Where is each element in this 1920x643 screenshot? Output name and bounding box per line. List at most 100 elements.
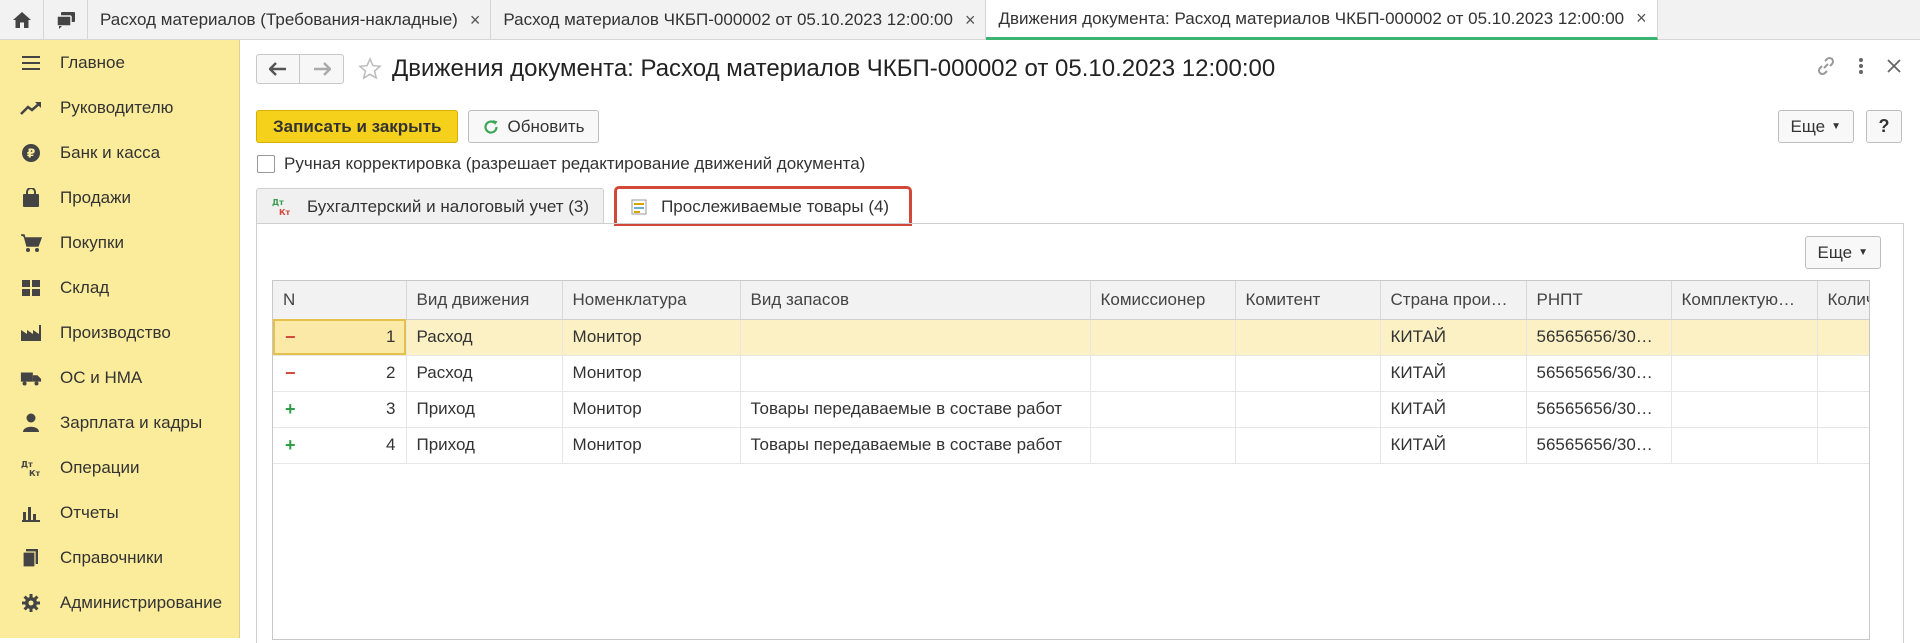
table-row[interactable]: −2 Расход Монитор КИТАЙ 56565656/300… xyxy=(273,355,1869,392)
open-tab-document[interactable]: Расход материалов ЧКБП-000002 от 05.10.2… xyxy=(491,0,987,40)
row-number-cell[interactable]: +4 xyxy=(273,427,407,464)
cell-qty[interactable] xyxy=(1817,319,1869,356)
home-button[interactable] xyxy=(0,0,44,40)
sidebar-item-warehouse[interactable]: Склад xyxy=(0,265,239,310)
cell-rnpt[interactable]: 56565656/300… xyxy=(1526,391,1672,428)
panel-more-button[interactable]: Еще ▼ xyxy=(1804,236,1881,269)
close-icon[interactable]: × xyxy=(1636,8,1647,29)
cell-rnpt[interactable]: 56565656/300… xyxy=(1526,319,1672,356)
cell-committent[interactable] xyxy=(1235,319,1381,356)
sidebar-item-manager[interactable]: Руководителю xyxy=(0,85,239,130)
svg-text:Кт: Кт xyxy=(279,208,291,217)
back-button[interactable] xyxy=(256,54,300,84)
cell-qty[interactable] xyxy=(1817,427,1869,464)
cell-country[interactable]: КИТАЙ xyxy=(1380,319,1527,356)
row-number-cell[interactable]: +3 xyxy=(273,391,407,428)
cell-item[interactable]: Монитор xyxy=(562,319,741,356)
cell-commissioner[interactable] xyxy=(1090,427,1236,464)
cell-committent[interactable] xyxy=(1235,391,1381,428)
manual-adjust-checkbox[interactable] xyxy=(257,155,275,173)
sidebar-item-bank[interactable]: ₽ Банк и касса xyxy=(0,130,239,175)
tab-accounting[interactable]: Дт Кт Бухгалтерский и налоговый учет (3) xyxy=(256,188,605,224)
cell-qty[interactable] xyxy=(1817,355,1869,392)
cell-commissioner[interactable] xyxy=(1090,355,1236,392)
sidebar-item-sales[interactable]: Продажи xyxy=(0,175,239,220)
sidebar-item-reports[interactable]: Отчеты xyxy=(0,490,239,535)
cell-stock-type[interactable]: Товары передаваемые в составе работ xyxy=(740,427,1091,464)
sidebar-item-admin[interactable]: Администрирование xyxy=(0,580,239,625)
sidebar-item-label: Главное xyxy=(60,52,125,72)
cell-commissioner[interactable] xyxy=(1090,391,1236,428)
cell-item[interactable]: Монитор xyxy=(562,427,741,464)
help-button[interactable]: ? xyxy=(1866,110,1902,143)
column-header[interactable]: Номенклатура xyxy=(562,281,741,320)
column-header[interactable]: Комиссионер xyxy=(1090,281,1236,320)
row-number-cell[interactable]: −2 xyxy=(273,355,407,392)
cell-rnpt[interactable]: 56565656/300… xyxy=(1526,427,1672,464)
more-button[interactable]: Еще ▼ xyxy=(1777,110,1854,143)
cell-component[interactable] xyxy=(1671,427,1818,464)
tab-traceable-goods[interactable]: Прослеживаемые товары (4) xyxy=(614,186,913,226)
table-row[interactable]: +3 Приход Монитор Товары передаваемые в … xyxy=(273,391,1869,428)
close-icon[interactable]: × xyxy=(470,10,481,31)
forward-button[interactable] xyxy=(300,54,344,84)
manual-adjust-label[interactable]: Ручная корректировка (разрешает редактир… xyxy=(284,154,865,174)
cell-movement[interactable]: Расход xyxy=(406,355,563,392)
cell-item[interactable]: Монитор xyxy=(562,391,741,428)
sidebar-item-purchases[interactable]: Покупки xyxy=(0,220,239,265)
arrow-right-icon xyxy=(313,62,331,76)
warehouse-icon xyxy=(20,277,42,299)
close-icon[interactable]: × xyxy=(965,10,976,31)
cell-stock-type[interactable] xyxy=(740,319,1091,356)
open-tab-movements[interactable]: Движения документа: Расход материалов ЧК… xyxy=(986,0,1658,40)
open-tab-requisitions[interactable]: Расход материалов (Требования-накладные)… xyxy=(88,0,492,40)
cell-country[interactable]: КИТАЙ xyxy=(1380,355,1527,392)
more-vertical-icon[interactable] xyxy=(1858,57,1864,75)
link-icon[interactable] xyxy=(1816,56,1836,76)
column-header[interactable]: Колич xyxy=(1817,281,1869,320)
sidebar-item-salary[interactable]: Зарплата и кадры xyxy=(0,400,239,445)
sidebar-item-main[interactable]: Главное xyxy=(0,40,239,85)
minus-icon: − xyxy=(285,326,296,347)
column-header[interactable]: Страна проис… xyxy=(1380,281,1527,320)
column-header[interactable]: Вид запасов xyxy=(740,281,1091,320)
column-header[interactable]: Комплектующ… xyxy=(1671,281,1818,320)
sidebar-item-production[interactable]: Производство xyxy=(0,310,239,355)
cell-movement[interactable]: Приход xyxy=(406,427,563,464)
cell-country[interactable]: КИТАЙ xyxy=(1380,427,1527,464)
bag-icon xyxy=(20,187,42,209)
table-row[interactable]: −1 Расход Монитор КИТАЙ 56565656/300… xyxy=(273,319,1869,356)
close-icon[interactable] xyxy=(1886,58,1902,74)
sidebar-item-label: Склад xyxy=(60,277,110,297)
save-and-close-button[interactable]: Записать и закрыть xyxy=(256,110,459,143)
cell-component[interactable] xyxy=(1671,355,1818,392)
column-header[interactable]: Вид движения xyxy=(406,281,563,320)
cell-movement[interactable]: Расход xyxy=(406,319,563,356)
sidebar-item-catalogs[interactable]: Справочники xyxy=(0,535,239,580)
cell-country[interactable]: КИТАЙ xyxy=(1380,391,1527,428)
cell-qty[interactable] xyxy=(1817,391,1869,428)
sidebar-item-label: ОС и НМА xyxy=(60,367,143,387)
column-header[interactable]: Комитент xyxy=(1235,281,1381,320)
column-header[interactable]: РНПТ xyxy=(1526,281,1672,320)
cell-committent[interactable] xyxy=(1235,355,1381,392)
column-header[interactable]: N xyxy=(273,281,407,320)
cell-movement[interactable]: Приход xyxy=(406,391,563,428)
cell-component[interactable] xyxy=(1671,319,1818,356)
cell-commissioner[interactable] xyxy=(1090,319,1236,356)
cell-committent[interactable] xyxy=(1235,427,1381,464)
star-icon[interactable] xyxy=(358,57,382,81)
refresh-button[interactable]: Обновить xyxy=(468,110,600,143)
form-header: Движения документа: Расход материалов ЧК… xyxy=(256,52,1275,86)
row-number-cell[interactable]: −1 xyxy=(273,319,407,356)
chevron-down-icon: ▼ xyxy=(1831,121,1841,132)
messages-button[interactable] xyxy=(44,0,88,40)
sidebar-item-operations[interactable]: Дт Кт Операции xyxy=(0,445,239,490)
cell-rnpt[interactable]: 56565656/300… xyxy=(1526,355,1672,392)
sidebar-item-fixed-assets[interactable]: ОС и НМА xyxy=(0,355,239,400)
table-row[interactable]: +4 Приход Монитор Товары передаваемые в … xyxy=(273,427,1869,464)
cell-component[interactable] xyxy=(1671,391,1818,428)
cell-item[interactable]: Монитор xyxy=(562,355,741,392)
cell-stock-type[interactable]: Товары передаваемые в составе работ xyxy=(740,391,1091,428)
cell-stock-type[interactable] xyxy=(740,355,1091,392)
